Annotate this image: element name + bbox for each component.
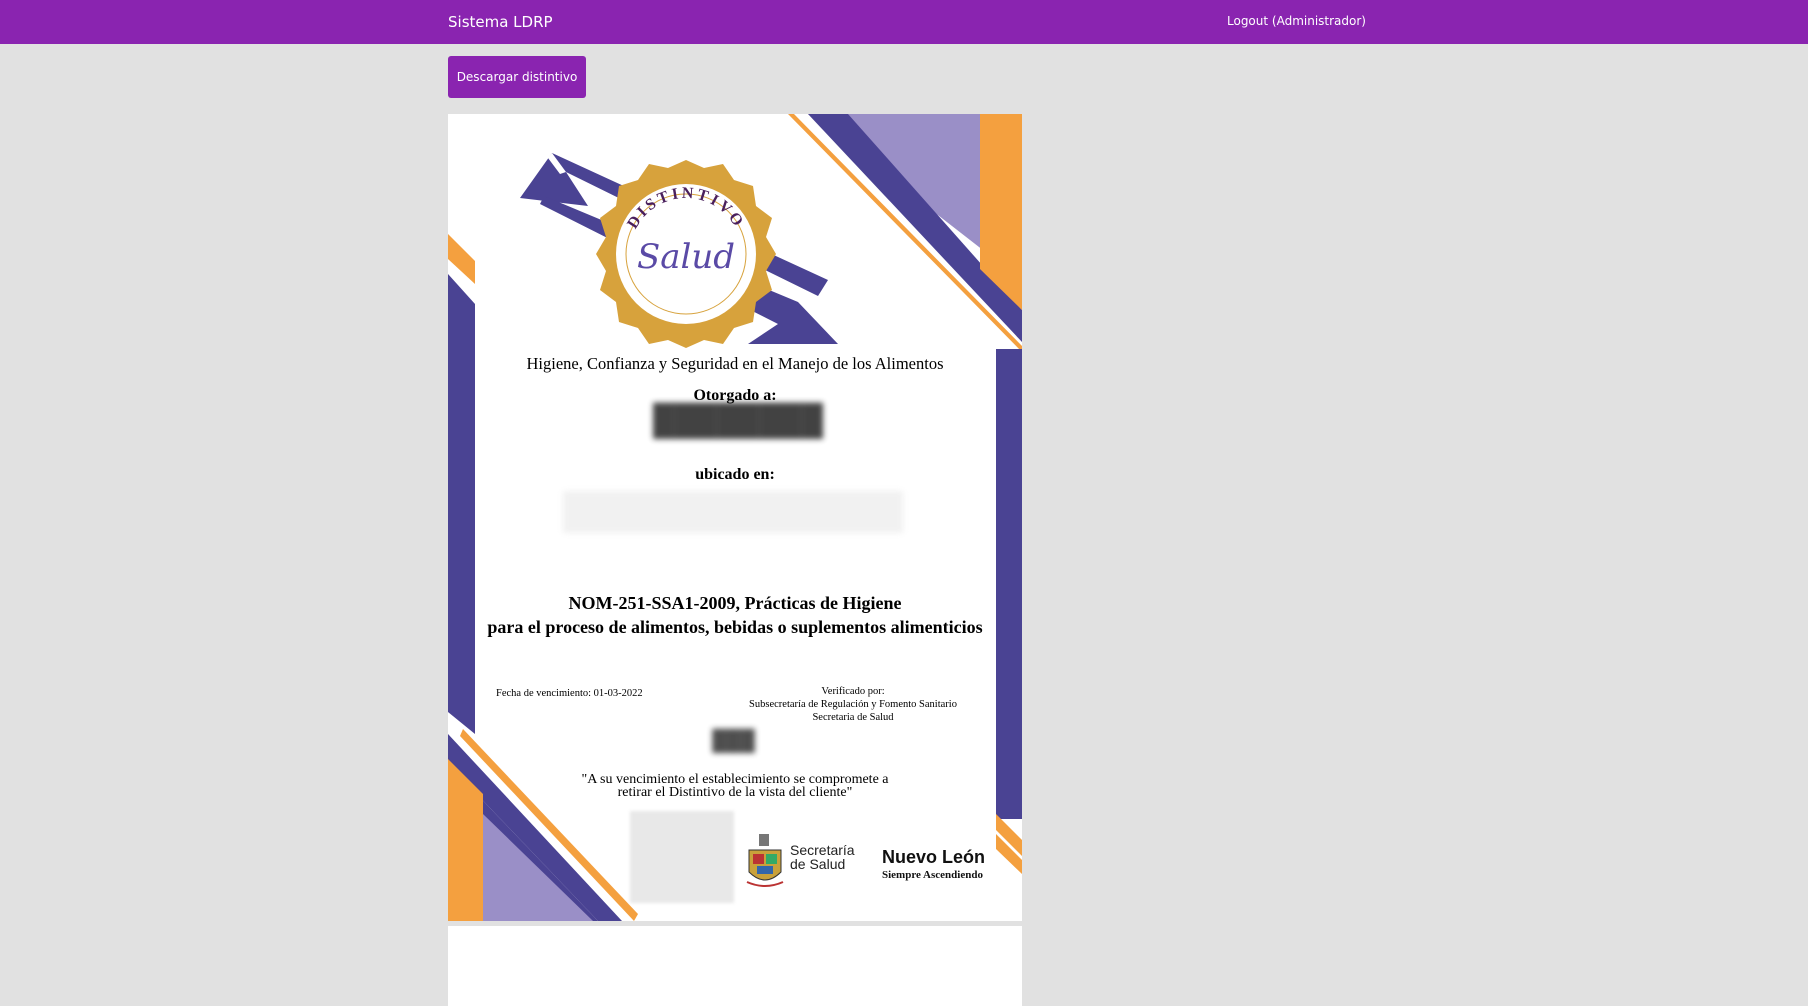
seal-center-text: Salud <box>637 237 735 277</box>
logo-sec-line-2: de Salud <box>790 856 846 872</box>
health-secretariat-logo: Secretaría de Salud <box>790 843 855 871</box>
expiry-date: Fecha de vencimiento: 01-03-2022 <box>496 688 643 699</box>
address-redacted <box>563 491 903 533</box>
download-badge-button[interactable]: Descargar distintivo <box>448 56 586 98</box>
quote-line-2: retirar el Distintivo de la vista del cl… <box>617 785 853 800</box>
certificate-document: DISTINTIVO Salud Higiene, Confianza y Se… <box>448 114 1022 921</box>
app-brand[interactable]: Sistema LDRP <box>448 13 553 31</box>
state-coat-of-arms-icon <box>746 834 784 887</box>
verified-block: Verificado por: Subsecretaría de Regulac… <box>738 685 968 724</box>
nuevo-leon-logo-title: Nuevo León <box>882 847 986 867</box>
signature-redacted: ███ <box>712 730 755 752</box>
verified-by-label: Verificado por: <box>821 686 885 697</box>
verified-org-1: Subsecretaría de Regulación y Fomento Sa… <box>749 699 957 710</box>
qr-code-redacted <box>630 811 734 903</box>
next-page <box>448 926 1022 1006</box>
awarded-label: Otorgado a: <box>693 387 777 404</box>
logout-link[interactable]: Logout (Administrador) <box>1227 14 1366 28</box>
certificate-tagline: Higiene, Confianza y Seguridad en el Man… <box>526 354 944 373</box>
verified-org-2: Secretaria de Salud <box>812 712 894 723</box>
compliance-quote: "A su vencimiento el establecimiento se … <box>448 773 1022 800</box>
norm-subtitle: para el proceso de alimentos, bebidas o … <box>487 617 983 637</box>
awarded-name-redacted: ████████ <box>652 404 824 437</box>
logo-sec-line-1: Secretaría <box>790 842 855 858</box>
norm-title: NOM-251-SSA1-2009, Prácticas de Higiene <box>568 593 902 613</box>
nuevo-leon-logo-subtitle: Siempre Ascendiendo <box>882 869 983 881</box>
top-navbar: Sistema LDRP Logout (Administrador) <box>0 0 1808 44</box>
seal: DISTINTIVO Salud <box>596 160 776 348</box>
located-label: ubicado en: <box>695 466 775 483</box>
